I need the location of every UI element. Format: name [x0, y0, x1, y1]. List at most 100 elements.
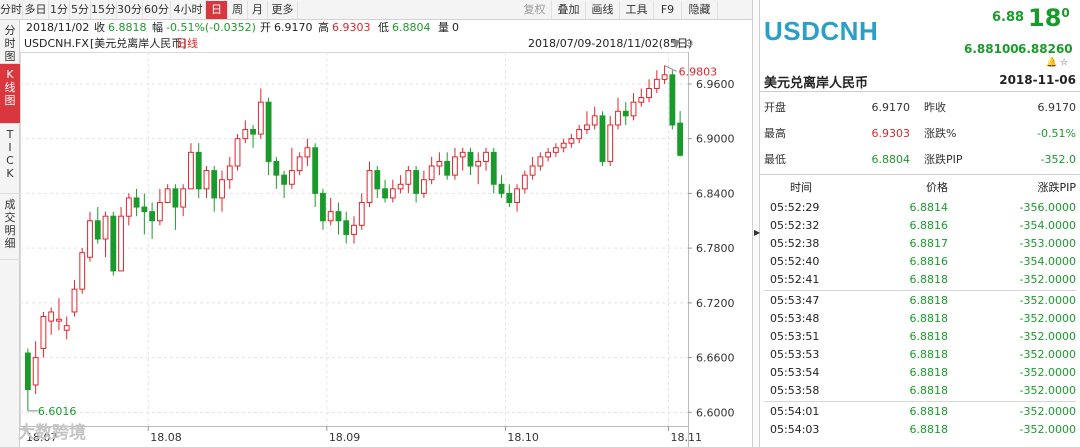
candle-body[interactable] — [56, 318, 62, 322]
candle-body[interactable] — [320, 192, 326, 222]
candle-body[interactable] — [141, 206, 148, 213]
candle-body[interactable] — [203, 170, 210, 190]
candle-body[interactable] — [125, 197, 132, 217]
candle-body[interactable] — [242, 129, 249, 140]
period-button[interactable]: 周 — [228, 1, 248, 19]
candle-body[interactable] — [591, 115, 598, 126]
period-button[interactable]: 60分 — [143, 1, 171, 19]
candle-body[interactable] — [584, 124, 590, 131]
candle-body[interactable] — [149, 211, 156, 222]
candle-body[interactable] — [172, 188, 179, 208]
candle-body[interactable] — [677, 122, 684, 156]
candle-body[interactable] — [48, 311, 55, 322]
view-tab[interactable]: T I C K — [0, 124, 20, 194]
candle-body[interactable] — [32, 357, 39, 386]
candle-body[interactable] — [615, 110, 621, 126]
candle-body[interactable] — [335, 211, 342, 222]
candle-body[interactable] — [195, 151, 202, 190]
candle-body[interactable] — [537, 156, 544, 167]
candle-body[interactable] — [87, 220, 93, 258]
candle-body[interactable] — [94, 220, 101, 240]
view-tab[interactable]: 成 交 明 细 — [0, 194, 20, 260]
candle-body[interactable] — [79, 252, 86, 290]
period-button[interactable]: 日 — [206, 1, 228, 19]
tick-column-header[interactable]: 涨跌PIP — [1037, 180, 1076, 196]
candle-body[interactable] — [560, 142, 567, 149]
candle-body[interactable] — [118, 215, 124, 272]
candle-body[interactable] — [389, 188, 396, 199]
candle-body[interactable] — [459, 151, 466, 158]
candle-body[interactable] — [102, 215, 109, 240]
candle-body[interactable] — [568, 138, 575, 144]
period-button[interactable]: 月 — [248, 1, 268, 19]
candle-body[interactable] — [475, 160, 482, 167]
candle-body[interactable] — [669, 74, 676, 126]
candle-body[interactable] — [358, 202, 365, 226]
candle-body[interactable] — [382, 188, 388, 199]
tick-column-header[interactable]: 时间 — [790, 180, 812, 196]
candle-body[interactable] — [436, 160, 443, 167]
candle-body[interactable] — [351, 224, 357, 235]
candle-body[interactable] — [467, 151, 474, 167]
candle-body[interactable] — [529, 165, 536, 176]
tool-button[interactable]: F9 — [654, 1, 682, 19]
panel-divider[interactable]: ▶ — [752, 0, 760, 447]
candle-body[interactable] — [234, 138, 241, 167]
candle-body[interactable] — [661, 74, 668, 80]
tick-column-header[interactable]: 价格 — [926, 180, 948, 196]
candle-body[interactable] — [420, 179, 427, 194]
candle-body[interactable] — [428, 165, 435, 181]
period-button[interactable]: 更多 — [268, 1, 298, 19]
tool-button[interactable]: 工具 — [620, 1, 654, 19]
period-button[interactable]: 5分 — [70, 1, 91, 19]
candle-body[interactable] — [498, 183, 505, 194]
period-button[interactable]: 多日 — [23, 1, 49, 19]
candle-body[interactable] — [452, 156, 458, 176]
candle-body[interactable] — [521, 174, 528, 190]
period-button[interactable]: 1分 — [49, 1, 70, 19]
candle-body[interactable] — [630, 101, 637, 117]
candle-body[interactable] — [444, 160, 451, 176]
candle-body[interactable] — [366, 170, 373, 204]
candle-body[interactable] — [405, 170, 412, 185]
candle-body[interactable] — [110, 215, 117, 272]
candle-body[interactable] — [40, 316, 47, 349]
view-tab[interactable]: 分 时 图 — [0, 20, 20, 64]
range-dropdown-icon[interactable]: ▼ — [672, 36, 680, 52]
candle-body[interactable] — [257, 101, 264, 135]
candle-body[interactable] — [506, 192, 513, 204]
period-button[interactable]: 分时 — [0, 1, 23, 19]
tool-button[interactable]: 隐藏 — [682, 1, 718, 19]
candle-body[interactable] — [133, 197, 140, 208]
candle-body[interactable] — [296, 156, 303, 172]
candle-body[interactable] — [156, 202, 163, 222]
candle-body[interactable] — [63, 325, 70, 331]
period-button[interactable]: 4小时 — [171, 1, 206, 19]
candle-body[interactable] — [211, 170, 218, 199]
candle-body[interactable] — [288, 170, 295, 185]
candle-body[interactable] — [638, 97, 645, 103]
alert-favorite-icons[interactable]: 🔔 ☆ — [1046, 58, 1068, 68]
candle-body[interactable] — [273, 160, 280, 176]
candle-body[interactable] — [483, 151, 489, 162]
candle-body[interactable] — [188, 151, 194, 190]
candle-body[interactable] — [622, 110, 629, 117]
tool-button[interactable]: 复权 — [518, 1, 552, 19]
candle-body[interactable] — [646, 87, 652, 99]
candle-body[interactable] — [281, 174, 288, 185]
candle-body[interactable] — [343, 220, 350, 235]
candle-body[interactable] — [545, 151, 552, 158]
candle-body[interactable] — [552, 147, 559, 153]
candle-body[interactable] — [607, 124, 614, 162]
candle-body[interactable] — [312, 147, 319, 194]
candle-body[interactable] — [250, 129, 256, 135]
candle-body[interactable] — [490, 151, 497, 185]
chart-settings-icon[interactable]: ⚙ — [684, 36, 694, 52]
view-tab[interactable]: K 线 图 — [0, 64, 20, 124]
candle-body[interactable] — [180, 188, 187, 208]
candle-body[interactable] — [226, 165, 233, 181]
period-button[interactable]: 30分 — [117, 1, 143, 19]
candle-body[interactable] — [374, 170, 381, 190]
tool-button[interactable]: 叠加 — [552, 1, 586, 19]
candle-body[interactable] — [265, 101, 272, 162]
